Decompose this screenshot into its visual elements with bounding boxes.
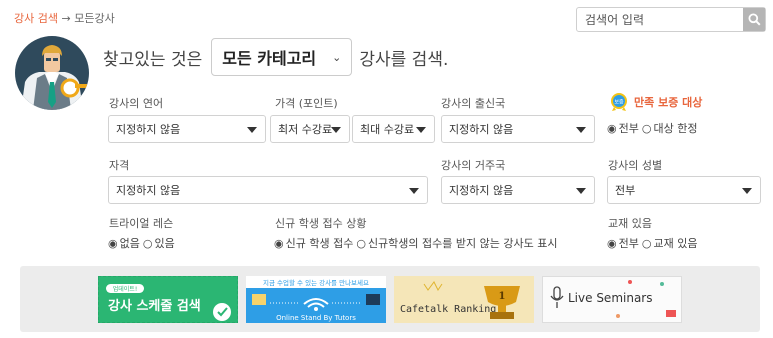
qualification-label: 자격	[109, 159, 130, 172]
svg-text:1: 1	[499, 291, 506, 302]
standby-tutors-banner[interactable]: 지금 수업할 수 있는 강사를 만나보세요 Online Stand By Tu…	[246, 276, 386, 323]
tutor-avatar-illustration	[15, 36, 89, 110]
schedule-banner-title: 강사 스케줄 검색	[108, 298, 201, 314]
caret-down-icon	[409, 188, 419, 194]
radio-selected-icon[interactable]: ◉	[607, 122, 617, 135]
caret-down-icon	[576, 188, 586, 194]
origin-select[interactable]: 지정하지 않음	[441, 115, 595, 143]
trial-radio-group: ◉ 없음 ○ 있음	[108, 235, 175, 251]
price-max-select[interactable]: 최대 수강료	[352, 115, 435, 143]
qualification-select[interactable]: 지정하지 않음	[108, 176, 428, 204]
seminars-banner-title: Live Seminars	[568, 291, 653, 305]
radio-empty-icon[interactable]: ○	[642, 122, 652, 135]
qualification-value: 지정하지 않음	[116, 184, 181, 197]
new-students-radio-group: ◉ 신규 학생 접수 ○ 신규학생의 접수를 받지 않는 강사도 표시	[274, 235, 557, 251]
schedule-banner-tag: 업데이트!	[113, 285, 138, 293]
new-students-option-all[interactable]: 신규학생의 접수를 받지 않는 강사도 표시	[368, 235, 558, 251]
headline-prefix: 찾고있는 것은	[103, 49, 203, 70]
guarantee-option-all[interactable]: 전부	[619, 120, 639, 136]
language-label: 강사의 연어	[109, 97, 164, 110]
headline-suffix: 강사를 검색.	[359, 49, 449, 70]
radio-empty-icon[interactable]: ○	[143, 237, 153, 250]
standby-banner-title: 지금 수업할 수 있는 강사를 만나보세요	[263, 278, 369, 287]
new-students-label: 신규 학생 접수 상황	[275, 217, 367, 230]
radio-selected-icon[interactable]: ◉	[274, 237, 284, 250]
radio-selected-icon[interactable]: ◉	[108, 237, 118, 250]
chevron-down-icon: ⌄	[332, 50, 342, 64]
price-label: 가격 (포인트)	[275, 97, 338, 110]
caret-down-icon	[331, 127, 341, 133]
caret-down-icon	[416, 127, 426, 133]
materials-option-all[interactable]: 전부	[619, 235, 639, 251]
origin-value: 지정하지 않음	[449, 123, 514, 136]
gender-select[interactable]: 전부	[607, 176, 761, 204]
materials-radio-group: ◉ 전부 ○ 교재 있음	[607, 235, 697, 251]
materials-label: 교재 있음	[608, 217, 652, 230]
materials-option-yes[interactable]: 교재 있음	[653, 235, 697, 251]
standby-banner-subtitle: Online Stand By Tutors	[276, 314, 356, 322]
guarantee-heading: 보증 만족 보증 대상	[608, 92, 702, 112]
category-dropdown[interactable]: 모든 카테고리 ⌄	[211, 38, 353, 76]
caret-down-icon	[247, 127, 257, 133]
language-value: 지정하지 않음	[116, 123, 181, 136]
language-select[interactable]: 지정하지 않음	[108, 115, 266, 143]
new-students-option-accepting[interactable]: 신규 학생 접수	[286, 235, 354, 251]
breadcrumb-current: 모든강사	[74, 12, 115, 25]
price-min-select[interactable]: 최저 수강료	[270, 115, 350, 143]
search-button[interactable]	[743, 8, 765, 31]
gender-value: 전부	[615, 184, 636, 197]
radio-empty-icon[interactable]: ○	[642, 237, 652, 250]
search-headline: 찾고있는 것은 모든 카테고리 ⌄ 강사를 검색.	[103, 38, 448, 76]
breadcrumb: 강사 검색 → 모든강사	[14, 10, 115, 26]
guarantee-badge-icon: 보증	[611, 93, 627, 111]
origin-label: 강사의 출신국	[441, 97, 506, 110]
schedule-search-banner[interactable]: 업데이트! 강사 스케줄 검색	[98, 276, 238, 323]
caret-down-icon	[576, 127, 586, 133]
search-input[interactable]	[577, 8, 743, 31]
residence-label: 강사의 거주국	[441, 159, 506, 172]
guarantee-radio-group: ◉ 전부 ○ 대상 한정	[607, 120, 697, 136]
ranking-banner-title: Cafetalk Ranking	[400, 304, 496, 315]
category-value: 모든 카테고리	[222, 49, 317, 68]
gender-label: 강사의 성별	[608, 159, 663, 172]
breadcrumb-separator: →	[61, 12, 71, 25]
radio-empty-icon[interactable]: ○	[356, 237, 366, 250]
price-min-value: 최저 수강료	[278, 123, 333, 136]
guarantee-badge-text: 보증	[614, 100, 624, 106]
ranking-banner[interactable]: Cafetalk Ranking 1	[394, 276, 534, 323]
trial-option-yes[interactable]: 있음	[154, 235, 174, 251]
caret-down-icon	[742, 188, 752, 194]
price-max-value: 최대 수강료	[360, 123, 415, 136]
live-seminars-banner[interactable]: Live Seminars	[542, 276, 682, 323]
residence-value: 지정하지 않음	[449, 184, 514, 197]
radio-selected-icon[interactable]: ◉	[607, 237, 617, 250]
guarantee-option-limited[interactable]: 대상 한정	[653, 120, 697, 136]
trial-label: 트라이얼 레슨	[109, 217, 174, 230]
breadcrumb-link[interactable]: 강사 검색	[14, 12, 58, 25]
search-box	[576, 7, 766, 32]
trial-option-none[interactable]: 없음	[120, 235, 140, 251]
guarantee-label: 만족 보증 대상	[634, 96, 703, 109]
residence-select[interactable]: 지정하지 않음	[441, 176, 595, 204]
search-icon	[748, 13, 761, 26]
